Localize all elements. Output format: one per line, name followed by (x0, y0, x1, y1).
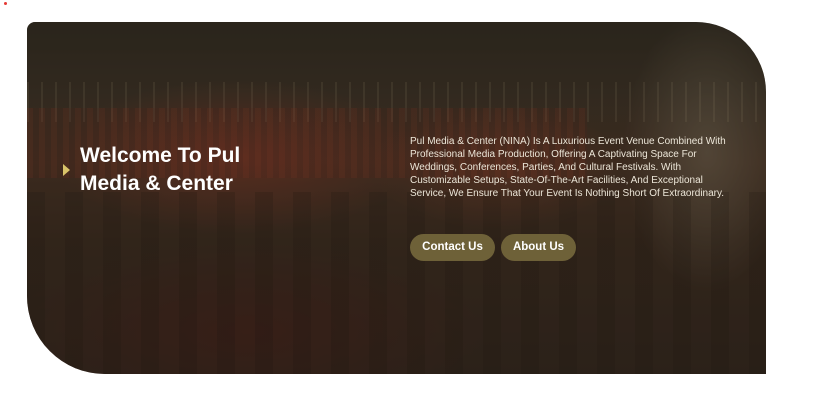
hero-heading-group: Welcome To Pul Media & Center (63, 142, 280, 198)
hero-title: Welcome To Pul Media & Center (80, 144, 241, 195)
contact-us-button[interactable]: Contact Us (410, 234, 495, 261)
about-us-button[interactable]: About Us (501, 234, 576, 261)
hero-banner: Welcome To Pul Media & Center Pul Media … (27, 22, 766, 374)
hero-description: Pul Media & Center (NINA) Is A Luxurious… (410, 136, 726, 199)
corner-dot (4, 2, 7, 5)
play-triangle-icon (63, 164, 70, 176)
